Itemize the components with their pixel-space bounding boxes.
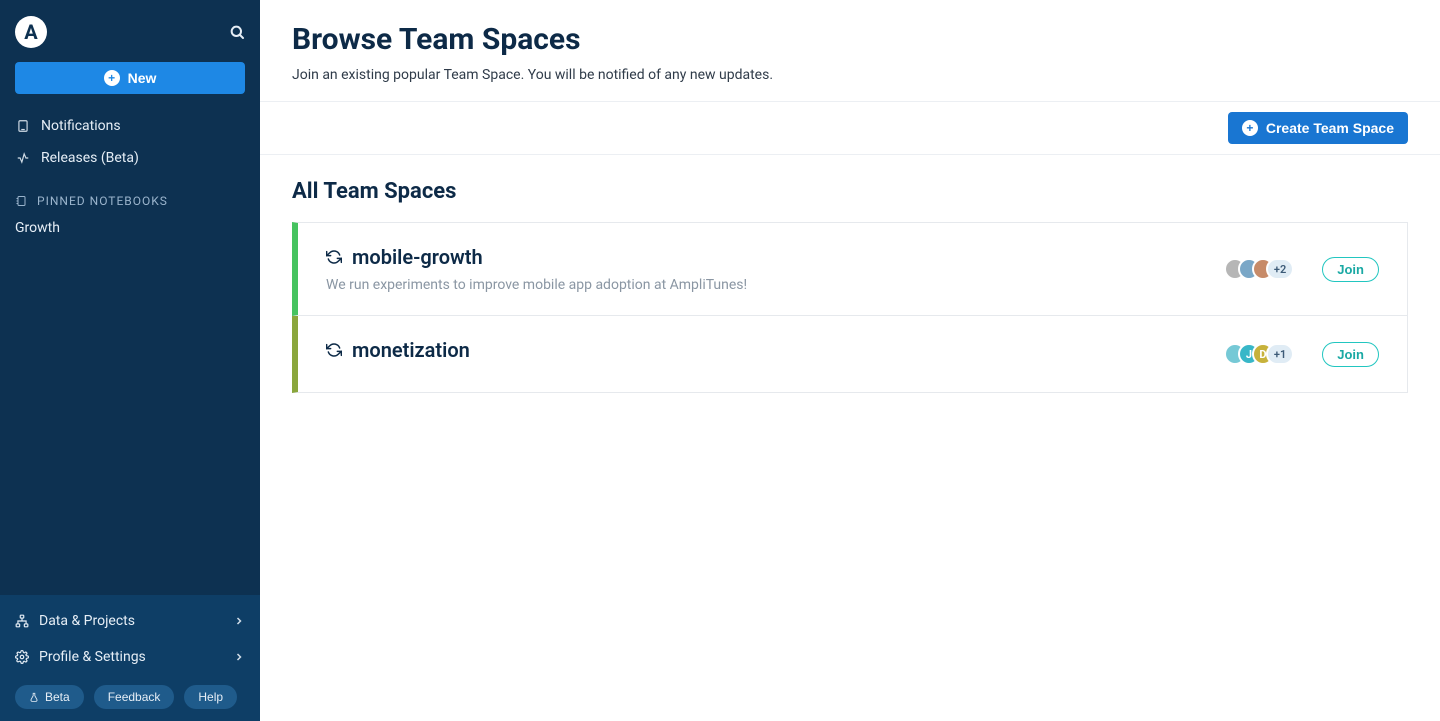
space-description: We run experiments to improve mobile app… [326, 277, 747, 293]
plus-circle-icon: + [104, 70, 120, 86]
new-button-label: New [128, 70, 157, 86]
create-team-space-button[interactable]: + Create Team Space [1228, 112, 1408, 144]
sidebar-spacer [0, 242, 260, 595]
page-title: Browse Team Spaces [292, 22, 1408, 57]
sidebar-section-label: PINNED NOTEBOOKS [37, 194, 168, 208]
page-subtitle: Join an existing popular Team Space. You… [292, 67, 1408, 83]
sidebar-item-label: Data & Projects [39, 613, 135, 629]
plus-circle-icon: + [1242, 120, 1258, 136]
space-card-right: J D +1 Join [1224, 342, 1379, 367]
space-card-left: mobile-growth We run experiments to impr… [326, 245, 747, 293]
sidebar-item-label: Notifications [41, 118, 121, 134]
sidebar-item-label: Profile & Settings [39, 649, 146, 665]
feedback-pill-button[interactable]: Feedback [94, 685, 175, 709]
join-button[interactable]: Join [1322, 257, 1379, 282]
feedback-pill-label: Feedback [108, 690, 161, 704]
main: Browse Team Spaces Join an existing popu… [260, 0, 1440, 721]
sidebar-nav: Notifications Releases (Beta) [0, 104, 260, 180]
notification-icon [15, 119, 31, 133]
space-name-row: monetization [326, 338, 470, 362]
space-card[interactable]: monetization J D +1 Join [292, 316, 1408, 393]
avatar-more-badge: +1 [1266, 343, 1294, 365]
sidebar-top: A [0, 0, 260, 52]
pinned-item-growth[interactable]: Growth [0, 214, 260, 242]
sidebar-item-profile-settings[interactable]: Profile & Settings [0, 639, 260, 675]
sidebar-bottom: Data & Projects Profile & Settings [0, 595, 260, 721]
create-team-space-label: Create Team Space [1266, 120, 1394, 136]
brand-row: A [15, 12, 245, 52]
avatar-stack: +2 [1224, 258, 1294, 280]
beta-pill-button[interactable]: Beta [15, 685, 84, 709]
content: All Team Spaces mobile-growth We run exp… [260, 155, 1440, 411]
avatar-stack: J D +1 [1224, 343, 1294, 365]
page-header: Browse Team Spaces Join an existing popu… [260, 0, 1440, 102]
chevron-right-icon [233, 651, 245, 663]
gear-icon [15, 650, 29, 664]
notebook-icon [15, 195, 27, 207]
space-name: monetization [352, 338, 470, 362]
search-icon[interactable] [229, 24, 245, 40]
team-space-icon [326, 342, 342, 358]
releases-icon [15, 151, 31, 165]
help-pill-button[interactable]: Help [184, 685, 237, 709]
sidebar-item-data-projects[interactable]: Data & Projects [0, 603, 260, 639]
sidebar-item-notifications[interactable]: Notifications [0, 110, 260, 142]
chevron-right-icon [233, 615, 245, 627]
join-button[interactable]: Join [1322, 342, 1379, 367]
flask-icon [29, 692, 39, 702]
sidebar-section-pinned: PINNED NOTEBOOKS [0, 180, 260, 214]
team-space-icon [326, 249, 342, 265]
help-pill-label: Help [198, 690, 223, 704]
space-name-row: mobile-growth [326, 245, 747, 269]
space-name: mobile-growth [352, 245, 483, 269]
section-title: All Team Spaces [292, 179, 1408, 204]
sidebar-item-label: Releases (Beta) [41, 150, 139, 166]
space-card-left: monetization [326, 338, 470, 370]
brand-logo-letter: A [24, 20, 37, 44]
new-button[interactable]: + New [15, 62, 245, 94]
sidebar-pill-row: Beta Feedback Help [0, 675, 260, 721]
sidebar-item-releases[interactable]: Releases (Beta) [0, 142, 260, 174]
sidebar: A + New Notifications Releases (Beta) [0, 0, 260, 721]
action-bar: + Create Team Space [260, 102, 1440, 155]
space-card-right: +2 Join [1224, 257, 1379, 282]
beta-pill-label: Beta [45, 690, 70, 704]
brand-logo[interactable]: A [15, 16, 47, 48]
pinned-item-label: Growth [15, 220, 60, 236]
avatar-more-badge: +2 [1266, 258, 1294, 280]
space-card[interactable]: mobile-growth We run experiments to impr… [292, 222, 1408, 316]
sitemap-icon [15, 614, 29, 628]
